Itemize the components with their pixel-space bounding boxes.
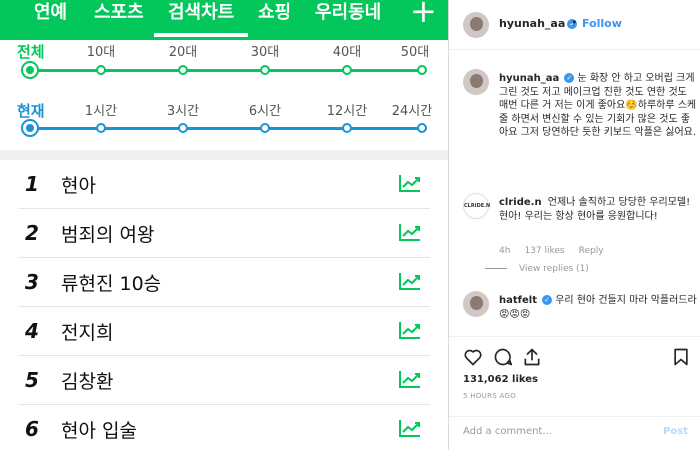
post-username[interactable]: hyunah_aa ✓ bbox=[499, 17, 578, 30]
post-button[interactable]: Post bbox=[663, 426, 688, 437]
trend-chart-icon[interactable] bbox=[398, 418, 422, 438]
trend-chart-icon[interactable] bbox=[398, 320, 422, 340]
comment-body: clride.n 언제나 솔직하고 당당한 우리모델! 현아! 우리는 항상 현… bbox=[499, 196, 699, 223]
rank-keyword[interactable]: 현아 bbox=[61, 171, 96, 198]
time-tick[interactable]: 12시간 bbox=[327, 100, 367, 119]
comment-body: hyunah_aa ✓ 눈 화장 안 하고 오버립 크게 그린 것도 저고 메이크… bbox=[499, 72, 699, 140]
age-tick[interactable]: 50대 bbox=[401, 41, 430, 60]
header-dot: • bbox=[571, 16, 578, 29]
rank-keyword[interactable]: 현아 입술 bbox=[61, 416, 137, 443]
age-slider-track[interactable] bbox=[30, 69, 424, 72]
nav-tab-entertainment[interactable]: 연예 bbox=[34, 0, 67, 26]
avatar[interactable] bbox=[463, 69, 489, 95]
trend-chart-icon[interactable] bbox=[398, 173, 422, 193]
age-slider-dot[interactable] bbox=[417, 65, 427, 75]
age-filter: 전체 10대 20대 30대 40대 50대 bbox=[0, 41, 449, 95]
search-rank-list: 1 현아 2 범죄의 여왕 3 류현진 10승 4 전지희 5 김창환 6 현아… bbox=[0, 160, 449, 450]
comment-username[interactable]: hatfelt bbox=[499, 295, 537, 306]
nav-tab-neighborhood[interactable]: 우리동네 bbox=[315, 0, 381, 26]
avatar[interactable] bbox=[463, 291, 489, 317]
age-slider-dot[interactable] bbox=[260, 65, 270, 75]
rank-keyword[interactable]: 전지희 bbox=[61, 318, 113, 345]
rank-keyword[interactable]: 범죄의 여왕 bbox=[61, 220, 154, 247]
trend-chart-icon[interactable] bbox=[398, 369, 422, 389]
time-tick[interactable]: 3시간 bbox=[167, 100, 199, 119]
rank-row[interactable]: 6 현아 입술 bbox=[19, 405, 430, 450]
time-filter-label: 현재 bbox=[17, 102, 45, 120]
share-icon[interactable] bbox=[522, 347, 542, 367]
naver-chart-panel: 연예 스포츠 검색차트 쇼핑 우리동네 + 전체 10대 20대 30대 40대… bbox=[0, 0, 449, 450]
rank-row[interactable]: 4 전지희 bbox=[19, 307, 430, 356]
time-tick[interactable]: 1시간 bbox=[85, 100, 117, 119]
naver-top-nav: 연예 스포츠 검색차트 쇼핑 우리동네 + bbox=[0, 0, 449, 40]
comment-username[interactable]: hyunah_aa bbox=[499, 73, 559, 84]
rank-number: 4 bbox=[25, 319, 39, 343]
instagram-panel: hyunah_aa ✓ • Follow hyunah_aa ✓ 눈 화장 안 하고… bbox=[449, 0, 700, 450]
like-count[interactable]: 131,062 likes bbox=[463, 374, 538, 385]
post-header: hyunah_aa ✓ • Follow bbox=[449, 0, 700, 50]
plus-icon[interactable]: + bbox=[410, 0, 437, 27]
view-replies-button[interactable]: View replies (1) bbox=[485, 264, 589, 274]
verified-badge-icon: ✓ bbox=[542, 295, 552, 305]
age-slider-selected-dot[interactable] bbox=[21, 61, 39, 79]
time-slider-dot[interactable] bbox=[342, 123, 352, 133]
age-slider-dot[interactable] bbox=[96, 65, 106, 75]
add-comment-bar: Add a comment… Post bbox=[449, 416, 700, 450]
rank-row[interactable]: 5 김창환 bbox=[19, 356, 430, 405]
post-actions: 131,062 likes 5 HOURS AGO bbox=[449, 336, 700, 416]
time-slider-selected-dot[interactable] bbox=[21, 119, 39, 137]
bookmark-icon[interactable] bbox=[671, 347, 691, 367]
time-slider-track[interactable] bbox=[30, 127, 424, 130]
time-slider-dot[interactable] bbox=[178, 123, 188, 133]
age-tick[interactable]: 40대 bbox=[333, 41, 362, 60]
rank-row[interactable]: 3 류현진 10승 bbox=[19, 258, 430, 307]
comment-icon[interactable] bbox=[493, 347, 513, 367]
heart-icon[interactable] bbox=[463, 347, 483, 367]
time-tick[interactable]: 24시간 bbox=[392, 100, 432, 119]
age-tick[interactable]: 20대 bbox=[169, 41, 198, 60]
rank-number: 2 bbox=[25, 221, 39, 245]
age-tick[interactable]: 10대 bbox=[87, 41, 116, 60]
age-tick[interactable]: 30대 bbox=[251, 41, 280, 60]
age-slider-dot[interactable] bbox=[342, 65, 352, 75]
verified-badge-icon: ✓ bbox=[564, 73, 575, 83]
comment-meta: 4h 137 likes Reply bbox=[499, 246, 618, 256]
rank-keyword[interactable]: 김창환 bbox=[61, 367, 113, 394]
section-divider bbox=[0, 150, 449, 160]
comment-likes[interactable]: 137 likes bbox=[524, 246, 564, 256]
comment-input[interactable]: Add a comment… bbox=[463, 426, 552, 437]
trend-chart-icon[interactable] bbox=[398, 271, 422, 291]
follow-button[interactable]: Follow bbox=[582, 17, 622, 30]
time-slider-dot[interactable] bbox=[260, 123, 270, 133]
time-slider-dot[interactable] bbox=[96, 123, 106, 133]
nav-tab-sports[interactable]: 스포츠 bbox=[94, 0, 144, 26]
nav-tab-search-chart[interactable]: 검색차트 bbox=[153, 0, 249, 37]
rank-number: 6 bbox=[25, 417, 39, 441]
rank-number: 3 bbox=[25, 270, 39, 294]
rank-number: 1 bbox=[25, 172, 39, 196]
reply-button[interactable]: Reply bbox=[579, 246, 604, 256]
rank-row[interactable]: 2 범죄의 여왕 bbox=[19, 209, 430, 258]
time-filter: 현재 1시간 3시간 6시간 12시간 24시간 bbox=[0, 100, 449, 154]
post-timestamp: 5 HOURS AGO bbox=[463, 392, 517, 400]
comment-body: hatfelt ✓ 우리 현아 건들지 마라 악플러드라 😡😡😡 bbox=[499, 294, 699, 321]
time-tick[interactable]: 6시간 bbox=[249, 100, 281, 119]
screenshot-composite: 연예 스포츠 검색차트 쇼핑 우리동네 + 전체 10대 20대 30대 40대… bbox=[0, 0, 700, 450]
comment-time: 4h bbox=[499, 246, 511, 256]
age-slider-dot[interactable] bbox=[178, 65, 188, 75]
time-slider-dot[interactable] bbox=[417, 123, 427, 133]
trend-chart-icon[interactable] bbox=[398, 222, 422, 242]
age-filter-label: 전체 bbox=[17, 43, 45, 61]
brand-logo-avatar[interactable]: CLRIDE.N bbox=[463, 193, 490, 219]
rank-number: 5 bbox=[25, 368, 39, 392]
username-text[interactable]: hyunah_aa bbox=[499, 17, 565, 30]
nav-tab-shopping[interactable]: 쇼핑 bbox=[258, 0, 291, 26]
rank-row[interactable]: 1 현아 bbox=[19, 160, 430, 209]
avatar[interactable] bbox=[463, 12, 489, 38]
rank-keyword[interactable]: 류현진 10승 bbox=[61, 269, 161, 296]
comment-list: hyunah_aa ✓ 눈 화장 안 하고 오버립 크게 그린 것도 저고 메이크… bbox=[449, 51, 700, 336]
comment-username[interactable]: clride.n bbox=[499, 197, 542, 208]
